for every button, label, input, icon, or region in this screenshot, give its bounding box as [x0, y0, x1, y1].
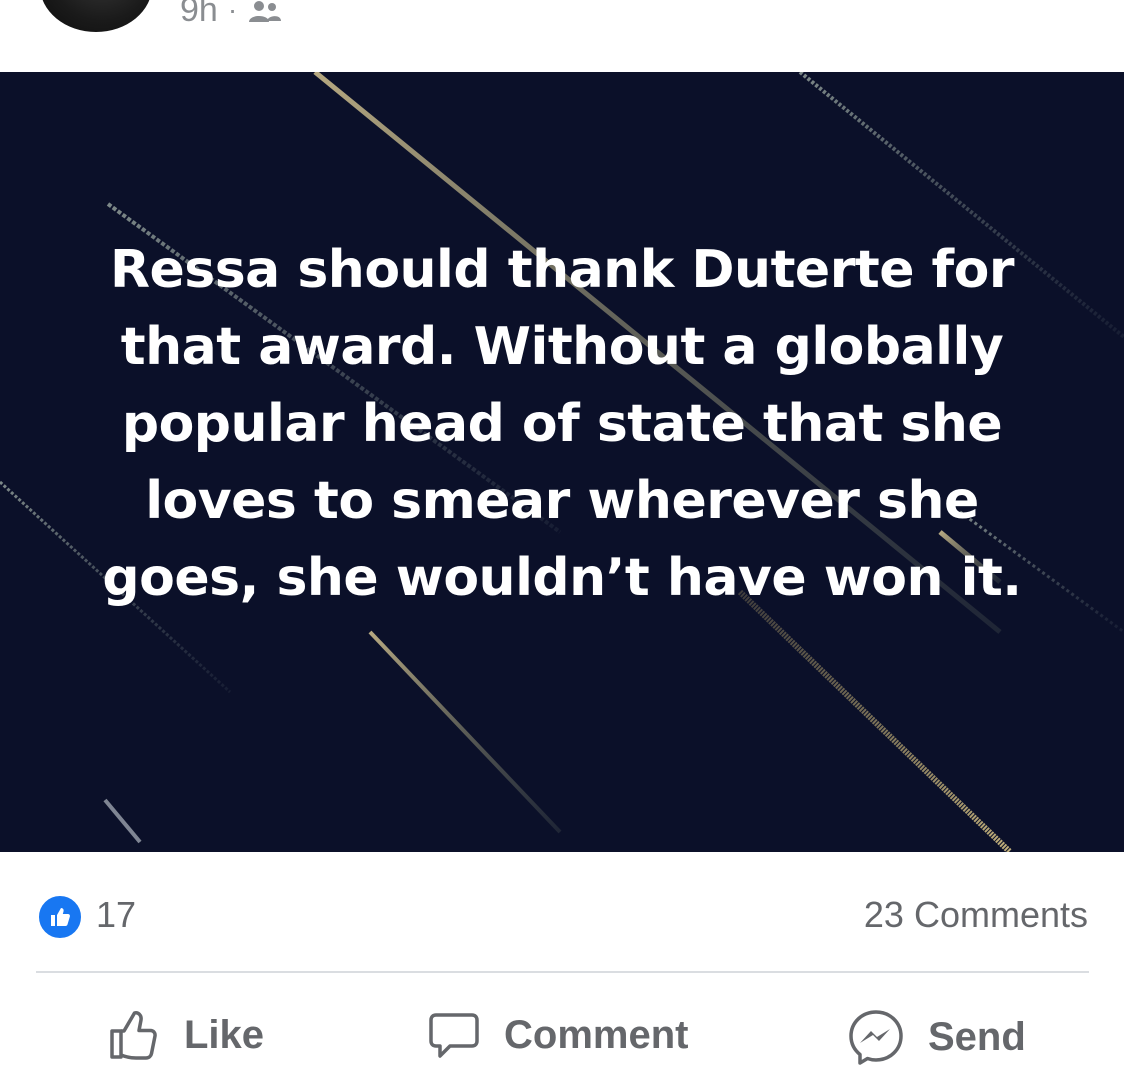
like-button[interactable]: Like [106, 1007, 264, 1063]
avatar[interactable] [40, 0, 152, 32]
divider [36, 971, 1089, 973]
facebook-post: 9h · Ressa should thank Duterte for that… [0, 0, 1124, 1084]
like-label: Like [184, 1012, 265, 1057]
post-header: 9h · [0, 0, 1124, 72]
send-button[interactable]: Send [846, 1007, 1026, 1067]
comment-bubble-icon [429, 1013, 479, 1058]
thumbs-up-icon [110, 1011, 157, 1060]
action-bar: Like Comment Send [0, 975, 1124, 1084]
like-reaction-icon[interactable] [36, 893, 84, 941]
comment-button[interactable]: Comment [426, 1007, 688, 1063]
reactions-summary: 17 23 Comments [36, 852, 1088, 972]
like-count[interactable]: 17 [96, 894, 136, 936]
comments-count[interactable]: 23 Comments [864, 894, 1088, 936]
comment-label: Comment [504, 1012, 689, 1057]
status-text: Ressa should thank Duterte for that awar… [102, 240, 1022, 608]
send-label: Send [928, 1014, 1026, 1059]
post-time[interactable]: 9h [180, 0, 218, 30]
messenger-icon [849, 1010, 903, 1065]
status-card[interactable]: Ressa should thank Duterte for that awar… [0, 72, 1124, 852]
post-meta: 9h · [180, 0, 283, 32]
meta-separator: · [227, 0, 238, 25]
friends-icon[interactable] [247, 0, 283, 28]
